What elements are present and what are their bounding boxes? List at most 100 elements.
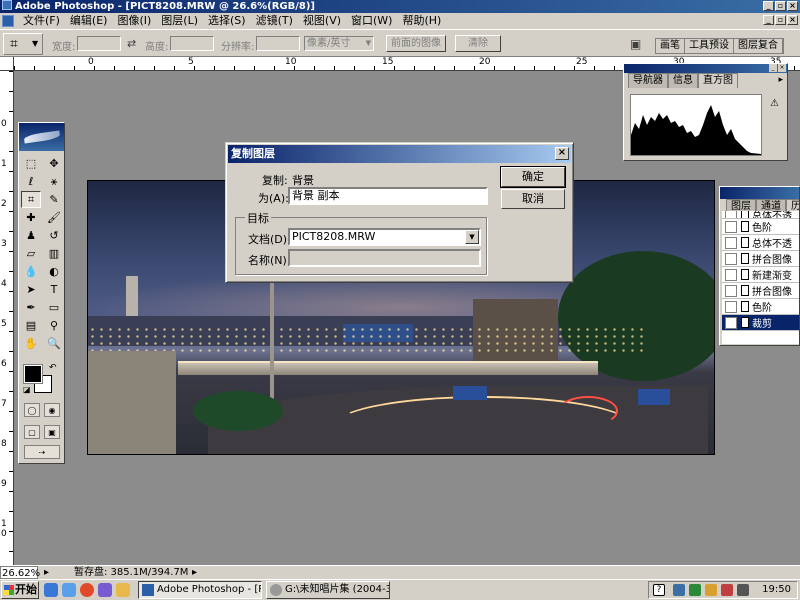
pen-tool-icon[interactable]: ✒ <box>21 299 41 316</box>
chevron-down-icon[interactable]: ▼ <box>465 230 479 244</box>
snapshot-checkbox[interactable] <box>725 236 737 249</box>
ruler-origin[interactable] <box>0 57 14 71</box>
menu-filter[interactable]: 滤镜(T) <box>251 13 298 29</box>
zoom-tool-icon[interactable]: 🔍 <box>44 335 64 352</box>
height-input[interactable] <box>170 36 214 51</box>
status-menu-arrow-icon[interactable]: ▸ <box>192 566 197 579</box>
history-step[interactable]: 总体不透 <box>722 235 799 251</box>
dialog-title-bar[interactable]: 复制图层 × <box>228 145 571 163</box>
type-tool-icon[interactable]: T <box>44 281 64 298</box>
history-step[interactable]: 拼合图像 <box>722 251 799 267</box>
swap-dimensions-icon[interactable]: ⇄ <box>127 37 136 50</box>
foreground-color-swatch[interactable] <box>23 364 43 384</box>
internet-explorer-icon[interactable] <box>44 583 58 597</box>
crop-tool-icon[interactable]: ⌗ <box>21 191 41 208</box>
tab-info[interactable]: 信息 <box>668 73 698 88</box>
standard-mode-icon[interactable]: ◯ <box>24 403 40 417</box>
menu-select[interactable]: 选择(S) <box>203 13 251 29</box>
status-menu-arrow-icon[interactable]: ▸ <box>44 566 49 579</box>
clone-stamp-tool-icon[interactable]: ♟ <box>21 227 41 244</box>
tab-brushes[interactable]: 画笔 <box>656 39 685 53</box>
start-button[interactable]: 开始 <box>1 581 39 599</box>
tool-preset-picker[interactable]: ⌗ ▼ <box>3 33 43 55</box>
history-step[interactable]: 新建渐变 <box>722 267 799 283</box>
eyedropper-tool-icon[interactable]: ⚲ <box>44 317 64 334</box>
slice-tool-icon[interactable]: ✎ <box>44 191 64 208</box>
desktop-icon[interactable] <box>98 583 112 597</box>
menu-view[interactable]: 视图(V) <box>298 13 346 29</box>
jump-to-imageready-icon[interactable]: ⇢ <box>24 445 60 459</box>
dodge-tool-icon[interactable]: ◐ <box>44 263 64 280</box>
doc-restore-button[interactable]: ▫ <box>775 15 786 25</box>
history-step[interactable]: 色阶 <box>722 299 799 315</box>
doc-close-button[interactable]: × <box>787 15 798 25</box>
resolution-unit-select[interactable]: 像素/英寸 ▼ <box>304 36 374 51</box>
lasso-tool-icon[interactable]: ℓ <box>21 173 41 190</box>
menu-image[interactable]: 图像(I) <box>112 13 156 29</box>
history-step[interactable]: 拼合图像 <box>722 283 799 299</box>
snapshot-checkbox[interactable] <box>725 252 737 265</box>
menu-file[interactable]: 文件(F) <box>18 13 65 29</box>
hand-tool-icon[interactable]: ✋ <box>21 335 41 352</box>
healing-brush-tool-icon[interactable]: ✚ <box>21 209 41 226</box>
folder-icon[interactable] <box>116 583 130 597</box>
photoshop-eye-icon[interactable] <box>2 15 14 27</box>
magic-wand-tool-icon[interactable]: ⚹ <box>44 173 64 190</box>
maximize-button[interactable]: ▫ <box>775 1 786 11</box>
tab-navigator[interactable]: 导航器 <box>628 73 668 88</box>
security-icon[interactable] <box>705 584 717 596</box>
history-step[interactable]: 总体不透 <box>722 211 799 219</box>
tab-tool-presets[interactable]: 工具预设 <box>685 39 734 53</box>
file-browser-icon[interactable]: ▣ <box>630 37 641 51</box>
width-input[interactable] <box>77 36 121 51</box>
menu-help[interactable]: 帮助(H) <box>397 13 446 29</box>
snapshot-checkbox[interactable] <box>725 220 737 233</box>
snapshot-checkbox[interactable] <box>725 211 737 218</box>
menu-edit[interactable]: 编辑(E) <box>65 13 113 29</box>
media-player-icon[interactable] <box>80 583 94 597</box>
swap-colors-icon[interactable]: ↶ <box>49 363 57 373</box>
palette-title-bar[interactable]: _ × <box>624 64 787 73</box>
zoom-level-input[interactable]: 26.62% <box>0 566 40 579</box>
antivirus-icon[interactable] <box>721 584 733 596</box>
help-icon[interactable]: ? <box>653 584 665 596</box>
tab-histogram[interactable]: 直方图 <box>698 73 738 88</box>
close-button[interactable]: × <box>787 1 798 11</box>
history-step[interactable]: 色阶 <box>722 219 799 235</box>
palette-title-bar[interactable] <box>720 187 799 199</box>
menu-layer[interactable]: 图层(L) <box>156 13 203 29</box>
qq-icon[interactable] <box>689 584 701 596</box>
mail-icon[interactable] <box>62 583 76 597</box>
move-tool-icon[interactable]: ✥ <box>44 155 64 172</box>
vertical-ruler[interactable]: 0 1 2 3 4 5 6 7 8 9 1 0 <box>0 71 14 565</box>
brush-tool-icon[interactable]: 🖌 <box>44 209 64 226</box>
quick-mask-mode-icon[interactable]: ◉ <box>44 403 60 417</box>
palette-menu-arrow-icon[interactable]: ▸ <box>778 75 783 85</box>
doc-minimize-button[interactable]: _ <box>763 15 774 25</box>
default-colors-icon[interactable]: ◪ <box>23 385 31 394</box>
history-step-current[interactable]: 裁剪 <box>722 315 799 331</box>
resolution-input[interactable] <box>256 36 300 51</box>
screen-mode-standard-icon[interactable]: ▢ <box>24 425 40 439</box>
snapshot-checkbox[interactable] <box>725 268 737 281</box>
eraser-tool-icon[interactable]: ▱ <box>21 245 41 262</box>
ok-button[interactable]: 确定 <box>500 166 566 188</box>
history-brush-tool-icon[interactable]: ↺ <box>44 227 64 244</box>
menu-window[interactable]: 窗口(W) <box>346 13 397 29</box>
screen-mode-menubar-icon[interactable]: ▣ <box>44 425 60 439</box>
volume-icon[interactable] <box>737 584 749 596</box>
notes-tool-icon[interactable]: ▤ <box>21 317 41 334</box>
snapshot-checkbox[interactable] <box>725 300 737 313</box>
cancel-button[interactable]: 取消 <box>501 189 565 209</box>
snapshot-checkbox[interactable] <box>725 316 737 329</box>
network-icon[interactable] <box>673 584 685 596</box>
taskbar-music-player[interactable]: G:\未知唱片集 (2004-3-... <box>266 581 390 599</box>
blur-tool-icon[interactable]: 💧 <box>21 263 41 280</box>
minimize-button[interactable]: _ <box>763 1 774 11</box>
marquee-tool-icon[interactable]: ⬚ <box>21 155 41 172</box>
clear-button[interactable]: 清除 <box>455 35 501 52</box>
tab-layer-comps[interactable]: 图层复合 <box>734 39 783 53</box>
toolbox-header[interactable] <box>19 123 64 151</box>
shape-tool-icon[interactable]: ▭ <box>44 299 64 316</box>
snapshot-checkbox[interactable] <box>725 284 737 297</box>
